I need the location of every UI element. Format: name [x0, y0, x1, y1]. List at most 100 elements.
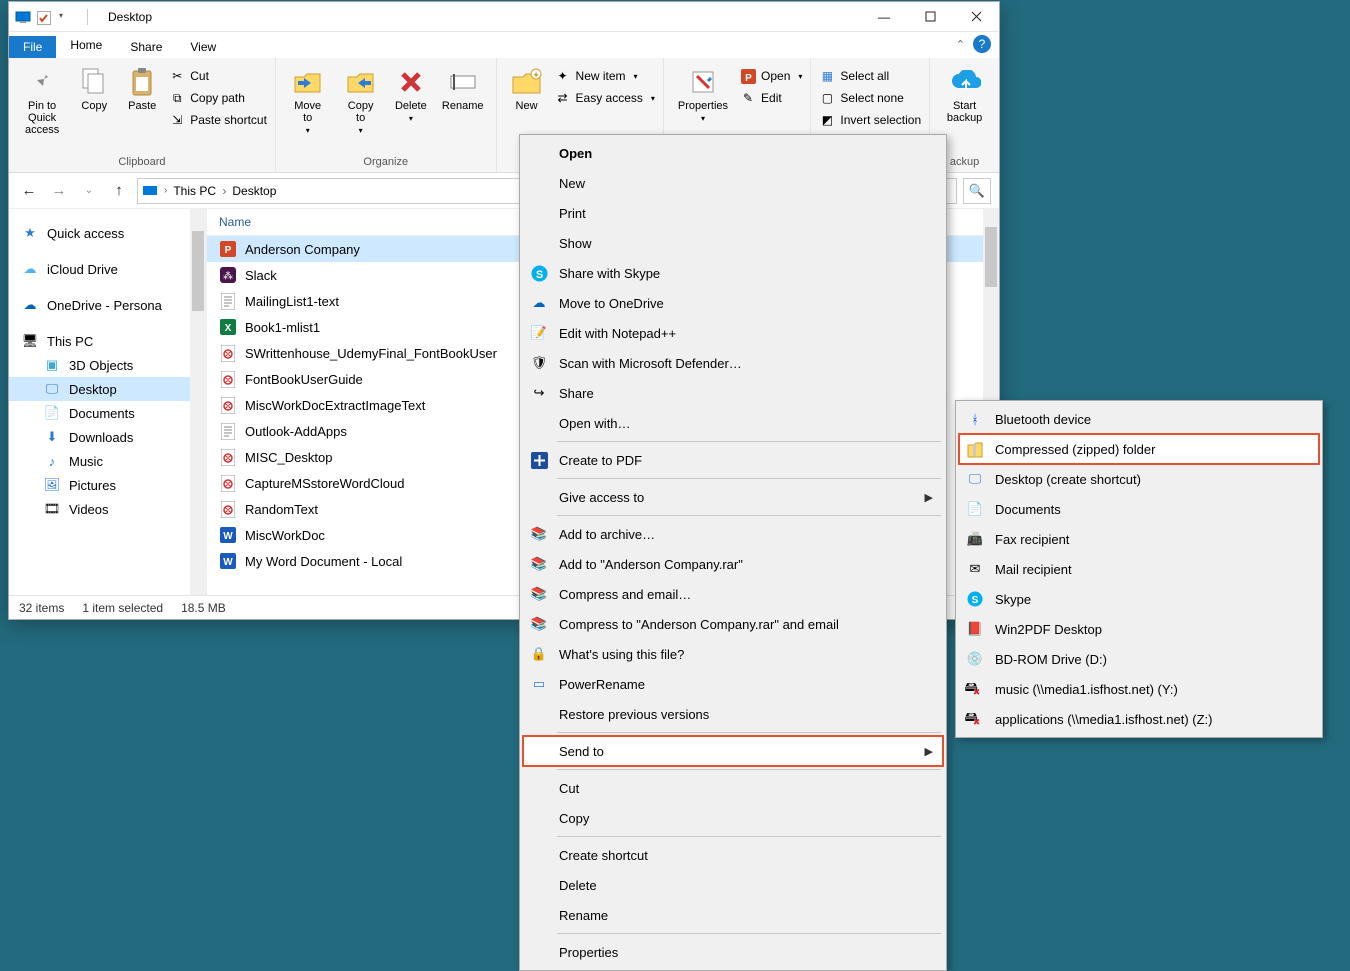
paste-button[interactable]: Paste	[121, 62, 163, 116]
dropdown-icon[interactable]: ▾	[59, 11, 75, 23]
pin-quick-access-button[interactable]: Pin to Quick access	[17, 62, 67, 140]
copy-path-button[interactable]: ⧉Copy path	[169, 88, 267, 108]
tab-file[interactable]: File	[9, 36, 56, 58]
zip-icon	[965, 439, 985, 459]
svg-text:S: S	[972, 595, 979, 606]
ctx-defender[interactable]: 🛡Scan with Microsoft Defender…	[523, 348, 943, 378]
new-folder-button[interactable]: ✦New	[505, 62, 549, 116]
lock-icon: 🔒	[529, 644, 549, 664]
sendto-desktop[interactable]: 🖵Desktop (create shortcut)	[959, 464, 1319, 494]
copy-button[interactable]: Copy	[73, 62, 115, 116]
ctx-add-rar[interactable]: 📚Add to "Anderson Company.rar"	[523, 549, 943, 579]
collapse-ribbon-icon[interactable]: ⌃	[956, 38, 965, 51]
paste-shortcut-button[interactable]: ⇲Paste shortcut	[169, 110, 267, 130]
network-drive-icon: 🖴✖	[965, 679, 985, 699]
nav-icloud[interactable]: ☁iCloud Drive	[9, 257, 206, 281]
nav-documents[interactable]: 📄Documents	[9, 401, 206, 425]
ctx-give-access[interactable]: Give access to▶	[523, 482, 943, 512]
ctx-open[interactable]: Open	[523, 138, 943, 168]
select-all-button[interactable]: ▦Select all	[819, 66, 921, 86]
select-none-button[interactable]: ▢Select none	[819, 88, 921, 108]
ctx-add-archive[interactable]: 📚Add to archive…	[523, 519, 943, 549]
start-backup-button[interactable]: Start backup	[938, 62, 991, 128]
delete-button[interactable]: Delete▾	[390, 62, 432, 127]
ctx-compress-rar-email[interactable]: 📚Compress to "Anderson Company.rar" and …	[523, 609, 943, 639]
cut-button[interactable]: ✂Cut	[169, 66, 267, 86]
checkbox-icon[interactable]	[37, 11, 53, 23]
ctx-show[interactable]: Show	[523, 228, 943, 258]
recent-dropdown[interactable]: ⌄	[77, 179, 101, 203]
search-icon[interactable]: 🔍	[963, 178, 991, 204]
rename-button[interactable]: Rename	[438, 62, 488, 116]
ctx-properties[interactable]: Properties	[523, 937, 943, 967]
forward-button[interactable]: →	[47, 179, 71, 203]
file-name: Outlook-AddApps	[245, 424, 347, 439]
ctx-cut[interactable]: Cut	[523, 773, 943, 803]
crumb-desktop[interactable]: Desktop	[232, 184, 276, 198]
sendto-mail[interactable]: ✉Mail recipient	[959, 554, 1319, 584]
ctx-whats-using[interactable]: 🔒What's using this file?	[523, 639, 943, 669]
folder-move-icon	[292, 66, 324, 98]
sendto-apps-drive[interactable]: 🖴✖applications (\\media1.isfhost.net) (Z…	[959, 704, 1319, 734]
sendto-bluetooth[interactable]: ᚼBluetooth device	[959, 404, 1319, 434]
tab-view[interactable]: View	[176, 36, 230, 58]
copy-to-button[interactable]: Copy to▾	[337, 62, 383, 139]
pdf-icon	[219, 344, 237, 362]
edit-button[interactable]: ✎Edit	[740, 88, 802, 108]
sendto-skype[interactable]: SSkype	[959, 584, 1319, 614]
nav-3d-objects[interactable]: ▣3D Objects	[9, 353, 206, 377]
nav-quick-access[interactable]: ★Quick access	[9, 221, 206, 245]
ctx-share[interactable]: ↪Share	[523, 378, 943, 408]
status-size: 18.5 MB	[181, 601, 226, 615]
ctx-restore[interactable]: Restore previous versions	[523, 699, 943, 729]
sendto-fax[interactable]: 📠Fax recipient	[959, 524, 1319, 554]
nav-scrollbar[interactable]	[190, 209, 206, 595]
sendto-win2pdf[interactable]: 📕Win2PDF Desktop	[959, 614, 1319, 644]
ctx-compress-email[interactable]: 📚Compress and email…	[523, 579, 943, 609]
nav-this-pc[interactable]: 🖥This PC	[9, 329, 206, 353]
nav-videos[interactable]: 🎞Videos	[9, 497, 206, 521]
tab-share[interactable]: Share	[116, 36, 176, 58]
help-icon[interactable]: ?	[973, 35, 991, 53]
ctx-print[interactable]: Print	[523, 198, 943, 228]
back-button[interactable]: ←	[17, 179, 41, 203]
ctx-notepad[interactable]: 📝Edit with Notepad++	[523, 318, 943, 348]
up-button[interactable]: ↑	[107, 179, 131, 203]
close-button[interactable]	[953, 2, 999, 32]
sendto-bdrom[interactable]: 💿BD-ROM Drive (D:)	[959, 644, 1319, 674]
sendto-zipped[interactable]: Compressed (zipped) folder	[959, 434, 1319, 464]
svg-text:P: P	[745, 73, 752, 84]
maximize-button[interactable]	[907, 2, 953, 32]
tab-home[interactable]: Home	[56, 34, 116, 58]
invert-selection-button[interactable]: ◩Invert selection	[819, 110, 921, 130]
ctx-new[interactable]: New	[523, 168, 943, 198]
ctx-powerrename[interactable]: ▭PowerRename	[523, 669, 943, 699]
ctx-copy[interactable]: Copy	[523, 803, 943, 833]
ctx-create-pdf[interactable]: Create to PDF	[523, 445, 943, 475]
ctx-create-shortcut[interactable]: Create shortcut	[523, 840, 943, 870]
minimize-button[interactable]: —	[861, 2, 907, 32]
nav-downloads[interactable]: ⬇Downloads	[9, 425, 206, 449]
music-icon: ♪	[43, 453, 61, 469]
nav-pictures[interactable]: 🖼Pictures	[9, 473, 206, 497]
ctx-delete[interactable]: Delete	[523, 870, 943, 900]
powerrename-icon: ▭	[529, 674, 549, 694]
ctx-rename[interactable]: Rename	[523, 900, 943, 930]
easy-access-button[interactable]: ⇄Easy access▾	[555, 88, 655, 108]
videos-icon: 🎞	[43, 501, 61, 517]
documents-icon: 📄	[965, 499, 985, 519]
nav-onedrive[interactable]: ☁OneDrive - Persona	[9, 293, 206, 317]
ctx-send-to[interactable]: Send to▶	[523, 736, 943, 766]
move-to-button[interactable]: Move to▾	[284, 62, 331, 139]
nav-music[interactable]: ♪Music	[9, 449, 206, 473]
ctx-openwith[interactable]: Open with…	[523, 408, 943, 438]
ctx-skype[interactable]: SShare with Skype	[523, 258, 943, 288]
nav-desktop[interactable]: 🖵Desktop	[9, 377, 206, 401]
sendto-music-drive[interactable]: 🖴✖music (\\media1.isfhost.net) (Y:)	[959, 674, 1319, 704]
new-item-button[interactable]: ✦New item▾	[555, 66, 655, 86]
sendto-documents[interactable]: 📄Documents	[959, 494, 1319, 524]
crumb-this-pc[interactable]: This PC	[173, 184, 226, 198]
properties-button[interactable]: Properties▾	[672, 62, 734, 127]
open-button[interactable]: POpen▾	[740, 66, 802, 86]
ctx-onedrive[interactable]: ☁Move to OneDrive	[523, 288, 943, 318]
